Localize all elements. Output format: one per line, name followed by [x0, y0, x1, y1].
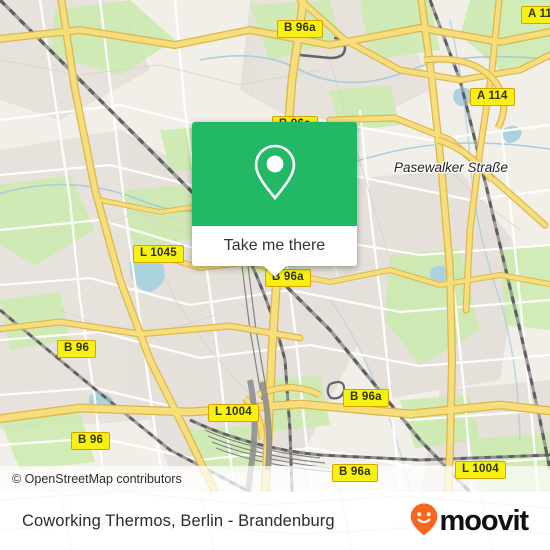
road-shield: B 96	[71, 432, 111, 450]
road-shield: A 114	[470, 88, 515, 106]
moovit-logo[interactable]: moovit	[409, 502, 530, 541]
street-label-pasewalker-strasse: Pasewalker Straße	[394, 160, 509, 175]
road-shield: B 96a	[343, 389, 389, 407]
road-shield: B 96a	[277, 20, 323, 38]
road-shield: L 1004	[208, 404, 259, 422]
moovit-map-screenshot: Pasewalker Straße B 96a A 114 A 114 B 96…	[0, 0, 550, 550]
take-me-there-label: Take me there	[223, 237, 326, 254]
place-title: Coworking Thermos, Berlin - Brandenburg	[22, 511, 335, 530]
map-canvas[interactable]: Pasewalker Straße B 96a A 114 A 114 B 96…	[0, 0, 550, 492]
road-shield: A 114	[521, 6, 550, 24]
road-shield: L 1004	[455, 461, 506, 479]
popup-image-panel	[192, 122, 357, 226]
popup-pointer-tail	[263, 266, 286, 277]
moovit-wordmark: moovit	[439, 504, 530, 537]
attribution-text[interactable]: © OpenStreetMap contributors	[12, 472, 182, 486]
footer-bar: Coworking Thermos, Berlin - Brandenburg …	[0, 492, 550, 550]
place-popup-card[interactable]: Take me there	[192, 122, 357, 277]
moovit-smiley-pin-icon	[409, 502, 439, 541]
road-shield: L 1045	[133, 245, 184, 263]
road-shield: B 96	[57, 340, 97, 358]
road-shield: B 96a	[332, 464, 378, 482]
location-pin-icon	[250, 142, 300, 207]
take-me-there-button[interactable]: Take me there	[192, 226, 357, 277]
